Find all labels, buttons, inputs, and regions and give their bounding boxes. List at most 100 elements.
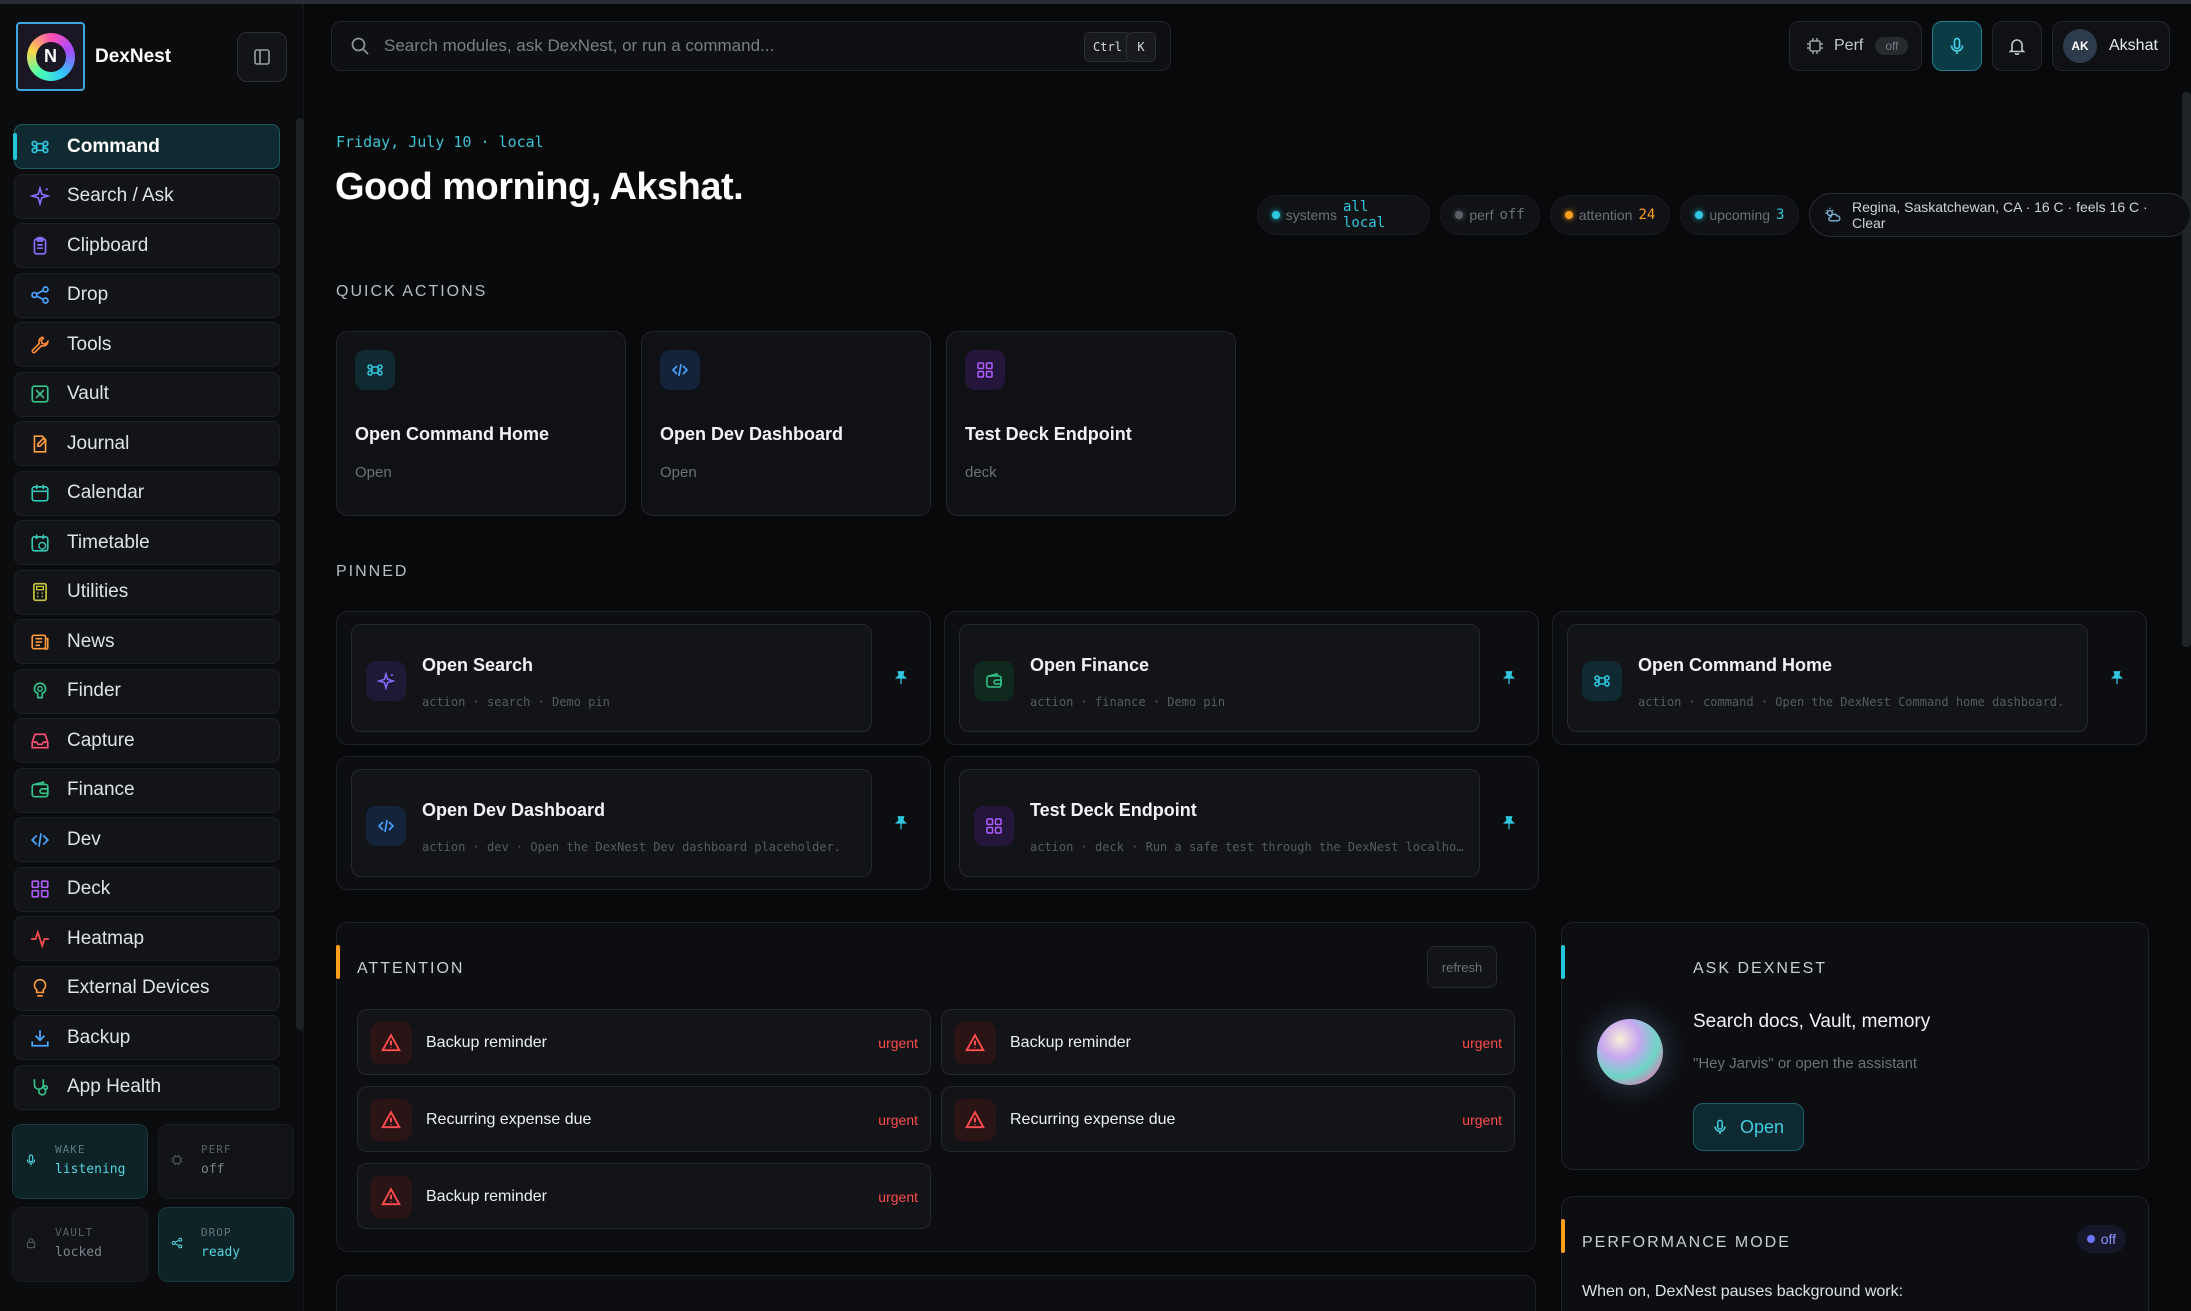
attention-item[interactable]: Backup reminder urgent [357, 1163, 931, 1229]
perf-state-badge: off [1875, 37, 1909, 55]
brand[interactable]: N DexNest [16, 22, 171, 91]
assistant-orb[interactable] [1597, 1019, 1663, 1085]
attention-item[interactable]: Recurring expense due urgent [941, 1086, 1515, 1152]
sidebar-item-heatmap[interactable]: Heatmap [14, 916, 280, 961]
ask-title: ASK DEXNEST [1693, 960, 1828, 977]
unpin-button[interactable] [2105, 666, 2129, 690]
lock-icon [26, 1238, 36, 1249]
timetable-icon [31, 534, 49, 552]
pinned-card[interactable]: Open Finance action · finance · Demo pin [959, 624, 1480, 732]
quick-action-card[interactable]: Open Command Home Open [336, 331, 626, 516]
sidebar-item-capture[interactable]: Capture [14, 718, 280, 763]
code-icon [30, 832, 50, 847]
unpin-button[interactable] [889, 811, 913, 835]
wrench-icon-wrap [29, 334, 51, 356]
quick-action-card[interactable]: Open Dev Dashboard Open [641, 331, 931, 516]
unpin-button[interactable] [1497, 811, 1521, 835]
sidebar-item-label: News [67, 630, 115, 652]
notifications-button[interactable] [1992, 21, 2042, 71]
sidebar-item-utilities[interactable]: Utilities [14, 569, 280, 615]
sidebar-item-finder[interactable]: Finder [14, 668, 280, 714]
pinned-sub: action · deck · Run a safe test through … [1030, 840, 1470, 854]
warning-icon [965, 1110, 985, 1129]
performance-state-badge[interactable]: off [2076, 1225, 2126, 1253]
chip-label: attention [1578, 207, 1633, 223]
news-icon-wrap [29, 631, 51, 653]
attention-item[interactable]: Recurring expense due urgent [357, 1086, 931, 1152]
search-input[interactable] [384, 36, 1064, 56]
quick-actions-label: QUICK ACTIONS [336, 283, 488, 300]
sidebar-item-label: Finance [67, 779, 135, 800]
pinned-icon [366, 661, 406, 701]
calendar-icon-wrap [29, 482, 51, 504]
inbox-icon [31, 733, 49, 748]
ask-open-button[interactable]: Open [1693, 1103, 1804, 1151]
sidebar-item-label: Drop [67, 284, 109, 305]
share-icon [31, 286, 49, 304]
urgency-badge: urgent [1462, 1035, 1502, 1051]
quick-action-sub: deck [965, 464, 997, 481]
weather-icon [1825, 207, 1841, 222]
sidebar-collapse-button[interactable] [237, 32, 287, 82]
status-value: ready [201, 1245, 241, 1260]
weather-chip[interactable]: Regina, Saskatchewan, CA · 16 C · feels … [1809, 193, 2191, 237]
attention-item[interactable]: Backup reminder urgent [357, 1009, 931, 1075]
sidebar-item-vault[interactable]: Vault [14, 371, 280, 417]
sidebar-item-news[interactable]: News [14, 619, 280, 664]
sidebar-item-finance[interactable]: Finance [14, 767, 280, 813]
pin-icon [895, 671, 907, 685]
urgency-badge: urgent [878, 1112, 918, 1128]
quick-action-card[interactable]: Test Deck Endpoint deck [946, 331, 1236, 516]
performance-description: When on, DexNest pauses background work: [1582, 1283, 1904, 1300]
pinned-icon [974, 661, 1014, 701]
status-drop[interactable]: DROP ready [158, 1207, 294, 1282]
command-search[interactable]: Ctrl K [331, 21, 1171, 71]
sidebar-item-tools[interactable]: Tools [14, 322, 280, 367]
sidebar-item-search-ask[interactable]: Search / Ask [14, 173, 280, 219]
perf-toggle-button[interactable]: Perf off [1789, 21, 1922, 71]
status-vault[interactable]: VAULT locked [12, 1207, 148, 1282]
performance-panel: PERFORMANCE MODE off When on, DexNest pa… [1561, 1196, 2149, 1311]
performance-state: off [2100, 1231, 2116, 1247]
pinned-sub: action · search · Demo pin [422, 695, 610, 709]
status-wake[interactable]: WAKE listening [12, 1124, 148, 1199]
pinned-item: Open Search action · search · Demo pin [336, 611, 931, 745]
sidebar-item-timetable[interactable]: Timetable [14, 520, 280, 565]
quick-action-icon [660, 350, 700, 390]
pinned-card[interactable]: Open Command Home action · command · Open… [1567, 624, 2088, 732]
quick-action-sub: Open [355, 464, 392, 481]
chip-value: all local [1342, 199, 1386, 231]
refresh-button[interactable]: refresh [1427, 946, 1497, 988]
mic-button[interactable] [1932, 21, 1982, 71]
sidebar-item-command[interactable]: Command [13, 124, 280, 169]
attention-item[interactable]: Backup reminder urgent [941, 1009, 1515, 1075]
sidebar-item-drop[interactable]: Drop [14, 272, 280, 318]
sidebar-item-calendar[interactable]: Calendar [14, 470, 280, 516]
sidebar-item-label: Tools [67, 333, 112, 355]
pinned-card[interactable]: Open Search action · search · Demo pin [351, 624, 872, 732]
pinned-card[interactable]: Open Dev Dashboard action · dev · Open th… [351, 769, 872, 877]
sidebar-item-dev[interactable]: Dev [14, 817, 280, 862]
main-scrollbar[interactable] [2182, 92, 2191, 647]
ask-question: Search docs, Vault, memory [1693, 1011, 1931, 1032]
unpin-button[interactable] [1497, 666, 1521, 690]
status-perf[interactable]: PERF off [158, 1124, 294, 1199]
sidebar-item-clipboard[interactable]: Clipboard [14, 223, 280, 268]
perf-label: Perf [1834, 37, 1864, 54]
warning-icon-wrap [370, 1099, 412, 1141]
status-chips: systems all local perf off attention 24 upcomi… [1257, 193, 2191, 237]
sidebar-item-label: Journal [67, 432, 130, 454]
sidebar-item-deck[interactable]: Deck [14, 866, 280, 912]
sidebar-item-backup[interactable]: Backup [14, 1015, 280, 1060]
pinned-card[interactable]: Test Deck Endpoint action · deck · Run a … [959, 769, 1480, 877]
sidebar-item-external-devices[interactable]: External Devices [14, 965, 280, 1011]
pinned-item: Open Command Home action · command · Open… [1552, 611, 2147, 745]
sidebar-item-journal[interactable]: Journal [14, 421, 280, 466]
journal-icon-wrap [29, 433, 51, 455]
sidebar-scrollbar[interactable] [296, 118, 304, 1030]
unpin-button[interactable] [889, 666, 913, 690]
news-icon [31, 634, 49, 650]
command-icon [31, 140, 49, 153]
sidebar-item-app-health[interactable]: App Health [14, 1064, 280, 1110]
user-menu-button[interactable]: AK Akshat [2052, 21, 2170, 71]
